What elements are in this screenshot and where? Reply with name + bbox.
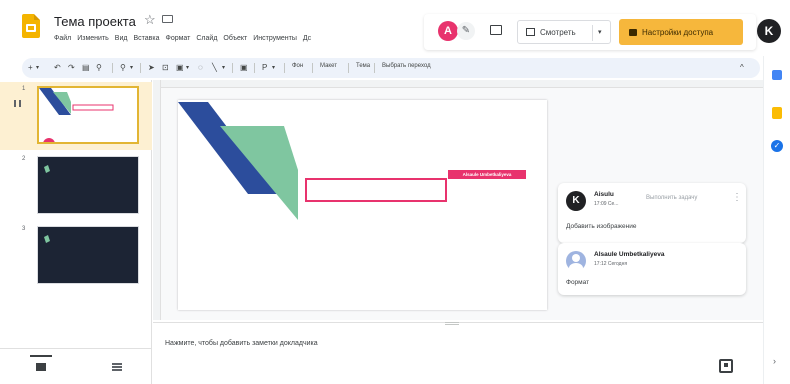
redo-icon[interactable]: ↷ — [68, 61, 75, 75]
slide-2-preview — [44, 165, 50, 173]
comment-card[interactable]: K Aisulu 17:09 Се... Выполнить задачу ⋮ … — [558, 183, 746, 243]
print-icon[interactable]: ▤ — [82, 61, 90, 75]
transition-button[interactable]: Выбрать переход — [382, 63, 431, 69]
menu-bar: Файл Изменить Вид Вставка Формат Слайд О… — [54, 35, 311, 42]
slide-number: 2 — [22, 156, 26, 162]
keep-icon[interactable] — [772, 107, 782, 119]
new-slide-icon[interactable]: + — [28, 61, 33, 75]
slide-1-preview — [39, 88, 114, 142]
star-icon[interactable]: ☆ — [144, 12, 156, 28]
account-avatar[interactable]: K — [757, 19, 781, 43]
toolbar: + ▾ ↶ ↷ ▤ ⚲ ⚲ ▾ ➤ ⊡ ▣ ▾ ◌ ╲ ▾ ▣ P ▾ Фон … — [22, 58, 760, 78]
pink-text-box — [305, 178, 447, 202]
horizontal-ruler — [153, 80, 763, 88]
header: Тема проекта ☆ Файл Изменить Вид Вставка… — [0, 0, 790, 56]
comment-avatar: K — [566, 191, 586, 211]
menu-edit[interactable]: Изменить — [77, 35, 109, 42]
shape-icon[interactable]: ◌ — [198, 61, 203, 75]
zoom-icon[interactable]: ⚲ — [120, 61, 126, 75]
folder-icon[interactable] — [162, 15, 173, 23]
menu-extensions[interactable]: Дс — [303, 35, 311, 42]
collaborator-cursor-tag: Alsaule Umbetkaliyeva — [448, 170, 526, 179]
speaker-notes[interactable]: Нажмите, чтобы добавить заметки докладчи… — [153, 322, 763, 384]
explore-icon[interactable] — [719, 359, 733, 373]
lock-icon — [629, 28, 637, 36]
image-icon[interactable]: ▣ — [176, 61, 184, 75]
edit-icon[interactable]: ✎ — [457, 22, 475, 40]
chevron-down-icon[interactable]: ▾ — [36, 61, 39, 75]
present-button[interactable]: Смотреть ▾ — [517, 20, 611, 44]
calendar-icon[interactable] — [772, 70, 782, 80]
filmstrip-footer — [0, 348, 152, 384]
layout-button[interactable]: Макет — [320, 63, 337, 69]
slide-content — [178, 102, 447, 220]
more-options-icon[interactable]: ⋮ — [732, 193, 742, 203]
speaker-notes-placeholder[interactable]: Нажмите, чтобы добавить заметки докладчи… — [165, 340, 318, 347]
header-actions: A ✎ Смотреть ▾ Настройки доступа — [424, 14, 756, 50]
comment-author: Alsaule Umbetkaliyeva — [594, 251, 665, 258]
tasks-icon[interactable]: ✓ — [771, 140, 783, 152]
chevron-down-icon[interactable]: ▾ — [130, 61, 133, 75]
comment-time: 17:09 Се... — [594, 201, 619, 207]
share-label: Настройки доступа — [642, 27, 714, 37]
text-box-icon[interactable]: ⊡ — [162, 61, 169, 75]
slide-row-3[interactable]: 3 — [0, 222, 152, 290]
undo-icon[interactable]: ↶ — [54, 61, 61, 75]
menu-insert[interactable]: Вставка — [133, 35, 159, 42]
slide-row-2[interactable]: 2 — [0, 152, 152, 220]
chevron-down-icon[interactable]: ▾ — [272, 61, 275, 75]
chevron-right-icon[interactable]: › — [773, 356, 776, 366]
chevron-down-icon[interactable]: ▾ — [186, 61, 189, 75]
present-icon — [526, 28, 535, 36]
comment-text: Добавить изображение — [566, 223, 637, 230]
comment-add-icon[interactable]: ▣ — [240, 61, 248, 75]
menu-file[interactable]: Файл — [54, 35, 71, 42]
slide-row-1[interactable]: 1 — [0, 82, 152, 150]
comment-author: Aisulu — [594, 191, 614, 198]
notes-resize-handle[interactable] — [445, 322, 459, 325]
collaborator-avatar[interactable]: A — [438, 21, 458, 41]
chevron-down-icon[interactable]: ▾ — [222, 61, 225, 75]
comment-time: 17:12 Сегодня — [594, 261, 628, 267]
select-cursor-icon[interactable]: ➤ — [148, 61, 155, 75]
user-silhouette-icon — [569, 254, 583, 273]
menu-object[interactable]: Объект — [223, 35, 247, 42]
theme-button[interactable]: Тема — [356, 63, 370, 69]
comments-icon[interactable] — [490, 25, 502, 35]
line-icon[interactable]: ╲ — [212, 61, 217, 75]
present-label: Смотреть — [540, 27, 576, 37]
menu-tools[interactable]: Инструменты — [253, 35, 297, 42]
slides-logo-icon[interactable] — [22, 14, 40, 38]
chevron-down-icon[interactable]: ▾ — [598, 28, 602, 36]
slide-number: 1 — [22, 86, 26, 92]
side-panel: ✓ › — [763, 56, 790, 384]
slide-thumbnail-2[interactable] — [37, 156, 139, 214]
vertical-ruler — [153, 80, 161, 320]
slide-thumbnail-3[interactable] — [37, 226, 139, 284]
slide-number: 3 — [22, 226, 26, 232]
share-button[interactable]: Настройки доступа — [619, 19, 743, 45]
filmstrip-view-icon[interactable] — [30, 355, 52, 371]
menu-view[interactable]: Вид — [115, 35, 128, 42]
paint-format-icon[interactable]: ⚲ — [96, 61, 102, 75]
slide-3-preview — [44, 235, 50, 243]
current-slide[interactable] — [178, 100, 547, 310]
comment-avatar — [566, 251, 586, 273]
slide-thumbnail-1[interactable] — [37, 86, 139, 144]
comment-text: Формат — [566, 279, 590, 286]
grid-view-icon[interactable] — [112, 363, 122, 371]
collapse-toolbar-icon[interactable]: ^ — [740, 61, 744, 75]
background-button[interactable]: Фон — [292, 63, 303, 69]
menu-slide[interactable]: Слайд — [196, 35, 217, 42]
document-title[interactable]: Тема проекта — [54, 14, 136, 29]
menu-format[interactable]: Формат — [166, 35, 191, 42]
comment-card[interactable]: Alsaule Umbetkaliyeva 17:12 Сегодня Форм… — [558, 243, 746, 295]
drag-handle-icon[interactable] — [14, 100, 21, 107]
filmstrip: 1 2 3 — [0, 80, 152, 384]
resolve-button[interactable]: Выполнить задачу — [646, 195, 697, 201]
background-color-icon[interactable]: P — [262, 61, 267, 75]
